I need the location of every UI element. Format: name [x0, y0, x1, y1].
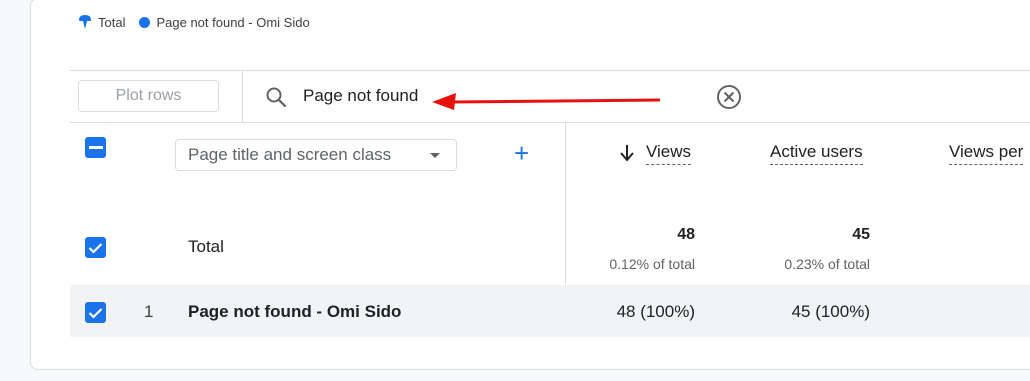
legend-total-label: Total: [98, 14, 126, 30]
total-views: 48: [677, 226, 695, 243]
column-header-views-per[interactable]: Views per: [949, 142, 1024, 165]
total-pin-icon: [79, 15, 91, 29]
row-page-title: Page not found - Omi Sido: [188, 302, 402, 321]
legend-item-series[interactable]: Page not found - Omi Sido: [139, 14, 310, 30]
legend-series-label: Page not found - Omi Sido: [156, 14, 310, 30]
column-header-views[interactable]: Views: [646, 142, 692, 165]
plot-rows-button[interactable]: Plot rows: [78, 80, 219, 112]
red-arrow-annotation: [432, 93, 661, 110]
sort-descending-icon[interactable]: [619, 143, 635, 163]
total-views-pct: 0.12% of total: [609, 256, 695, 272]
chevron-down-icon: [430, 153, 440, 158]
legend-item-total[interactable]: Total: [78, 14, 125, 30]
checkmark-icon: [88, 242, 103, 254]
row-index: 1: [144, 302, 154, 321]
row-active-users: 45 (100%): [791, 302, 870, 321]
column-header-active-users[interactable]: Active users: [770, 142, 863, 165]
total-active-users: 45: [852, 226, 870, 243]
dimension-select[interactable]: Page title and screen class: [175, 139, 457, 171]
minus-icon: [88, 145, 103, 149]
select-all-checkbox[interactable]: [85, 137, 106, 158]
series-dot-icon: [139, 16, 151, 28]
dimension-select-value: Page title and screen class: [188, 145, 392, 164]
search-icon: [266, 87, 287, 108]
toolbar-divider: [242, 70, 243, 122]
checkmark-icon: [88, 307, 103, 319]
search-input[interactable]: Page not found: [303, 86, 418, 106]
total-row-checkbox[interactable]: [85, 237, 106, 258]
toolbar-bottom-divider: [70, 122, 1030, 123]
chart-legend: Total Page not found - Omi Sido: [78, 14, 324, 30]
row-checkbox[interactable]: [85, 302, 106, 323]
add-dimension-button[interactable]: +: [514, 138, 529, 168]
total-active-users-pct: 0.23% of total: [784, 256, 870, 272]
row-views: 48 (100%): [616, 302, 695, 321]
total-row-label: Total: [188, 237, 224, 256]
toolbar-top-divider: [70, 70, 1030, 71]
clear-search-icon[interactable]: [716, 84, 742, 110]
